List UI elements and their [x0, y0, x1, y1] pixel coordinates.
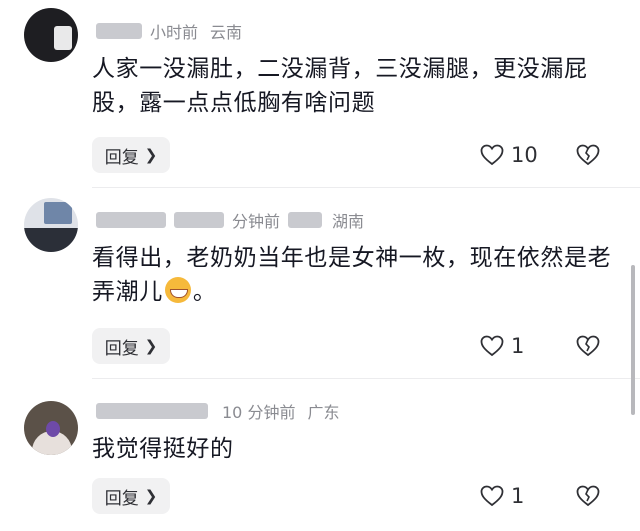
comment-location: 云南 [210, 23, 243, 42]
grinning-emoji-icon [164, 277, 191, 303]
comment-meta: 10 分钟前 广东 [96, 400, 339, 422]
heart-outline-icon [480, 485, 504, 507]
comment-divider [92, 378, 640, 379]
comment-text: 人家一没漏肚，二没漏背，三没漏腿，更没漏屁股，露一点点低胸有啥问题 [92, 56, 588, 116]
username-redacted [96, 23, 142, 39]
reply-button[interactable]: 回复 ❯ [92, 478, 170, 514]
time-redacted [288, 212, 323, 228]
heart-outline-icon [480, 144, 504, 166]
reply-button[interactable]: 回复 ❯ [92, 328, 170, 364]
like-button[interactable]: 10 [480, 137, 538, 173]
broken-heart-icon [576, 485, 600, 507]
scrollbar[interactable] [631, 265, 635, 415]
dislike-button[interactable] [576, 478, 606, 514]
chevron-right-icon: ❯ [144, 487, 158, 505]
comment-time: 分钟前 [232, 212, 281, 231]
dislike-button[interactable] [576, 137, 606, 173]
like-count: 10 [511, 143, 538, 167]
broken-heart-icon [576, 335, 600, 357]
chevron-right-icon: ❯ [144, 146, 158, 164]
comment-time: 小时前 [150, 23, 199, 42]
comment-time: 10 分钟前 [222, 403, 296, 422]
broken-heart-icon [576, 144, 600, 166]
comment-text-end: 。 [192, 279, 217, 305]
like-button[interactable]: 1 [480, 328, 524, 364]
chevron-right-icon: ❯ [144, 337, 158, 355]
comment-meta: 小时前 云南 [96, 20, 242, 42]
reply-label: 回复 [104, 488, 139, 509]
heart-outline-icon [480, 335, 504, 357]
reply-label: 回复 [104, 147, 139, 168]
reply-label: 回复 [104, 338, 139, 359]
comment-meta: 分钟前 湖南 [96, 209, 364, 231]
dislike-button[interactable] [576, 328, 606, 364]
avatar[interactable] [24, 198, 78, 252]
avatar[interactable] [24, 401, 78, 455]
avatar[interactable] [24, 8, 78, 62]
comment-divider [92, 187, 640, 188]
time-redacted [174, 212, 224, 228]
like-count: 1 [511, 484, 525, 508]
comment-text: 我觉得挺好的 [92, 436, 234, 462]
like-count: 1 [511, 334, 525, 358]
like-button[interactable]: 1 [480, 478, 524, 514]
reply-button[interactable]: 回复 ❯ [92, 137, 170, 173]
comment-text: 看得出，老奶奶当年也是女神一枚，现在依然是老弄潮儿。 [92, 241, 612, 309]
comment-location: 湖南 [332, 212, 365, 231]
username-redacted [96, 212, 166, 228]
comment-location: 广东 [307, 403, 340, 422]
username-redacted [96, 403, 208, 419]
